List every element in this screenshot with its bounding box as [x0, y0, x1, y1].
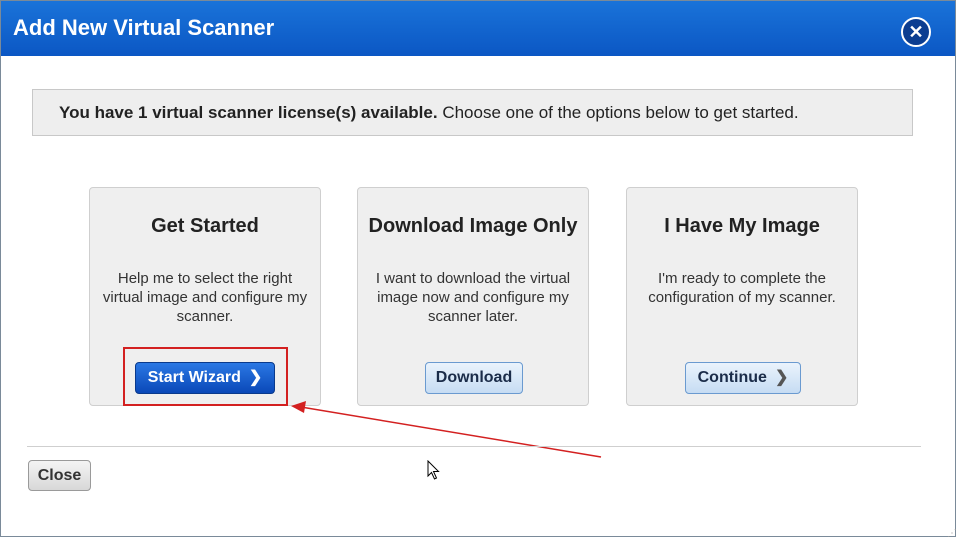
mouse-cursor-icon	[427, 460, 440, 480]
resize-grip-icon[interactable]: ⋰	[947, 528, 957, 539]
footer-divider	[27, 446, 921, 447]
annotation-arrow	[291, 401, 602, 458]
add-virtual-scanner-dialog: Add New Virtual Scanner ✕ You have 1 vir…	[0, 0, 957, 539]
close-label: Close	[37, 467, 82, 484]
close-button[interactable]: Close	[28, 460, 91, 491]
